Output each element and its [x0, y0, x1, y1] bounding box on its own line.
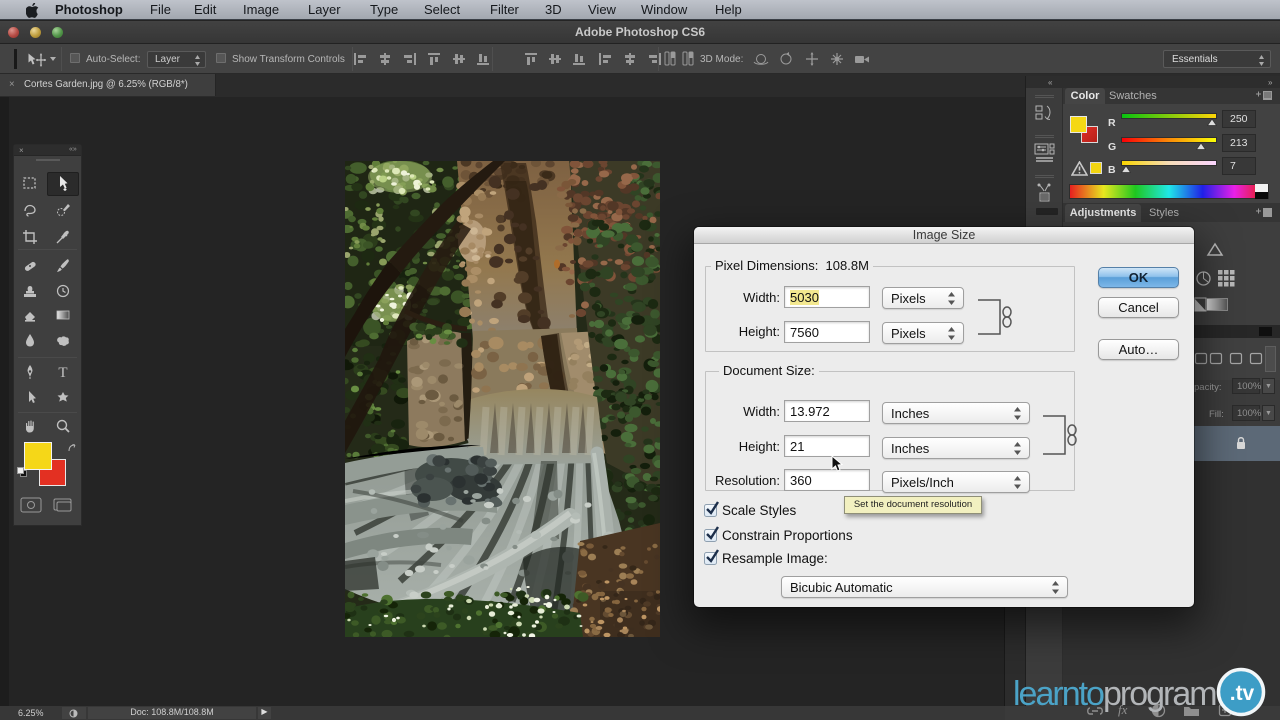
svg-text:T: T	[58, 365, 67, 380]
svg-text:.tv: .tv	[1230, 682, 1255, 705]
